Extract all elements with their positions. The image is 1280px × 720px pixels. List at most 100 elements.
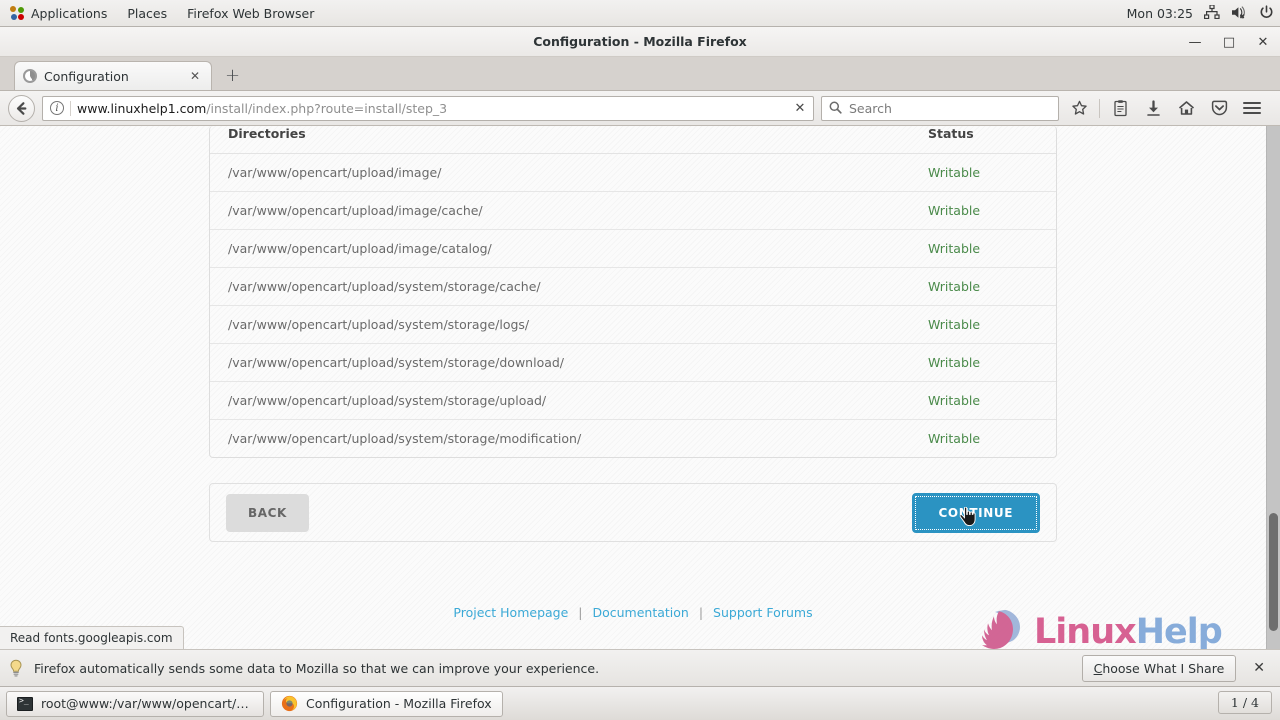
panel-clock[interactable]: Mon 03:25 — [1127, 6, 1193, 21]
url-text: www.linuxhelp1.com/install/index.php?rou… — [77, 100, 448, 116]
taskbar-item-terminal[interactable]: root@www:/var/www/opencart/upl... — [6, 690, 264, 717]
cell-status: Writable — [910, 267, 1056, 306]
applications-menu[interactable]: Applications — [0, 0, 117, 27]
cell-status: Writable — [910, 305, 1056, 344]
link-support-forums[interactable]: Support Forums — [713, 605, 813, 620]
cell-directory: /var/www/opencart/upload/system/storage/… — [210, 381, 910, 420]
downloads-icon[interactable] — [1140, 93, 1166, 123]
cell-status: Writable — [928, 431, 981, 446]
cell-status: Writable — [910, 381, 1056, 420]
volume-muted-icon[interactable] — [1231, 5, 1248, 23]
cell-directory: /var/www/opencart/upload/system/storage/… — [210, 343, 910, 382]
address-bar[interactable]: i www.linuxhelp1.com/install/index.php?r… — [42, 95, 814, 121]
cell-status: Writable — [910, 229, 1056, 268]
firefox-launcher-label: Firefox Web Browser — [187, 5, 315, 21]
back-button[interactable]: BACK — [226, 493, 309, 532]
choose-what-i-share-button[interactable]: Choose What I Share — [1081, 654, 1237, 682]
table-row: /var/www/opencart/upload/system/storage/… — [210, 343, 1056, 382]
mozilla-data-notification-bar: Firefox automatically sends some data to… — [0, 649, 1280, 686]
button-accesskey-letter: C — [1093, 660, 1103, 676]
continue-button[interactable]: CONTINUE — [911, 492, 1040, 533]
linuxhelp-watermark-text: LinuxHelp — [1034, 612, 1223, 649]
column-header-directories: Directories — [210, 126, 910, 154]
window-controls: — □ ✕ — [1186, 27, 1272, 57]
taskbar-item-firefox[interactable]: Configuration - Mozilla Firefox — [270, 690, 503, 717]
table-row: /var/www/opencart/upload/image/cache/Wri… — [210, 191, 1056, 230]
table-row: /var/www/opencart/upload/system/storage/… — [210, 267, 1056, 306]
places-menu-label: Places — [127, 5, 168, 21]
table-row: /var/www/opencart/upload/image/Writable — [210, 153, 1056, 192]
footer-separator-2: | — [698, 605, 704, 620]
cell-directory: /var/www/opencart/upload/system/storage/… — [210, 267, 910, 306]
notification-close-icon[interactable]: ✕ — [1246, 660, 1272, 676]
firefox-window: Configuration - Mozilla Firefox — □ ✕ Co… — [0, 27, 1280, 686]
back-button[interactable] — [8, 94, 35, 122]
watermark-text-help: Help — [1135, 612, 1223, 649]
close-button[interactable]: ✕ — [1254, 33, 1272, 51]
window-titlebar: Configuration - Mozilla Firefox — □ ✕ — [0, 27, 1280, 57]
search-icon — [829, 99, 842, 118]
link-documentation[interactable]: Documentation — [592, 605, 688, 620]
lightbulb-icon — [8, 659, 24, 677]
toolbar-divider — [1099, 98, 1100, 118]
tab-configuration[interactable]: Configuration ✕ — [14, 61, 212, 90]
page-viewport: Directories Status /var/www/opencart/upl… — [0, 126, 1280, 649]
choose-what-i-share-label-rest: hoose What I Share — [1102, 660, 1225, 676]
cell-directory: /var/www/opencart/upload/image/cache/ — [210, 191, 910, 230]
new-tab-button[interactable]: + — [212, 61, 253, 90]
power-icon[interactable] — [1259, 4, 1274, 23]
page-loading-favicon-icon — [23, 69, 37, 83]
pocket-icon[interactable] — [1206, 93, 1232, 123]
applications-menu-label: Applications — [31, 5, 108, 21]
page-scrollbar-thumb[interactable] — [1269, 513, 1278, 631]
cell-directory: /var/www/opencart/upload/system/storage/… — [228, 431, 582, 446]
terminal-icon — [17, 696, 33, 711]
search-bar[interactable]: Search — [821, 95, 1059, 121]
taskbar-item-firefox-label: Configuration - Mozilla Firefox — [306, 696, 492, 711]
taskbar-item-terminal-label: root@www:/var/www/opencart/upl... — [41, 696, 253, 711]
network-icon[interactable] — [1204, 4, 1220, 22]
cell-directory: /var/www/opencart/upload/image/ — [210, 153, 910, 192]
minimize-button[interactable]: — — [1186, 33, 1204, 51]
page-scrollbar[interactable] — [1266, 126, 1280, 649]
tab-strip: Configuration ✕ + — [0, 57, 1280, 91]
cell-directory: /var/www/opencart/upload/system/storage/… — [210, 305, 910, 344]
firefox-icon — [281, 695, 298, 712]
window-title: Configuration - Mozilla Firefox — [533, 34, 747, 49]
workspace-indicator[interactable]: 1 / 4 — [1217, 691, 1272, 714]
cell-status: Writable — [910, 191, 1056, 230]
gnome-foot-icon — [10, 5, 25, 21]
urlbar-divider — [70, 100, 71, 116]
reader-list-icon[interactable] — [1107, 93, 1133, 123]
footer-separator-1: | — [578, 605, 583, 620]
desktop-top-panel: Applications Places Firefox Web Browser … — [0, 0, 1280, 27]
link-status-tooltip: Read fonts.googleapis.com — [0, 626, 184, 649]
table-row: /var/www/opencart/upload/system/storage/… — [210, 305, 1056, 344]
watermark-text-linux: Linux — [1034, 612, 1137, 649]
stop-loading-icon[interactable]: ✕ — [789, 101, 811, 116]
table-row: /var/www/opencart/upload/image/catalog/W… — [210, 229, 1056, 268]
tab-label: Configuration — [44, 68, 129, 84]
home-icon[interactable] — [1173, 93, 1199, 123]
directories-table: Directories Status /var/www/opencart/upl… — [210, 126, 1056, 457]
linuxhelp-logo-icon — [982, 610, 1020, 649]
status-text: Read fonts.googleapis.com — [10, 631, 173, 645]
form-actions-bar: BACK CONTINUE — [209, 483, 1057, 542]
footer-links: Project Homepage | Documentation | Suppo… — [209, 605, 1057, 620]
tab-close-icon[interactable]: ✕ — [187, 69, 203, 83]
site-info-icon[interactable]: i — [50, 101, 64, 115]
link-project-homepage[interactable]: Project Homepage — [453, 605, 568, 620]
maximize-button[interactable]: □ — [1220, 33, 1238, 51]
directories-table-body: /var/www/opencart/upload/image/Writable /… — [210, 153, 1056, 458]
cell-status: Writable — [910, 343, 1056, 382]
directory-permissions-panel: Directories Status /var/www/opencart/upl… — [209, 126, 1057, 458]
system-tray: Mon 03:25 — [1127, 0, 1274, 27]
cell-status: Writable — [910, 153, 1056, 192]
notification-text: Firefox automatically sends some data to… — [34, 660, 600, 676]
places-menu[interactable]: Places — [117, 0, 177, 27]
menu-hamburger-icon[interactable] — [1239, 93, 1265, 123]
firefox-web-browser-launcher[interactable]: Firefox Web Browser — [177, 0, 324, 27]
column-header-status: Status — [910, 126, 1056, 154]
navigation-toolbar: i www.linuxhelp1.com/install/index.php?r… — [0, 91, 1280, 126]
bookmark-star-icon[interactable] — [1066, 93, 1092, 123]
